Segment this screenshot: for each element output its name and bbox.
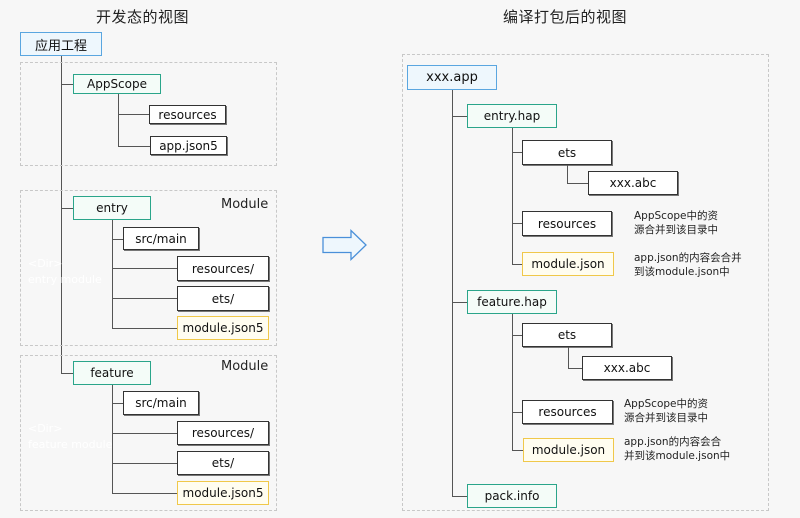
connector [512,450,523,451]
entry-hap-ets-node: ets [522,140,612,165]
module-json-merge-note: app.json的内容会合 并到该module.json中 [624,435,730,463]
connector [61,208,73,209]
note-line: 到该module.json中 [634,266,730,278]
module-label: Module [221,197,269,212]
connector [568,368,582,369]
connector [118,114,149,115]
feature-hap-module-json-node: module.json [523,438,614,462]
entry-module-node: entry [73,196,151,220]
connector [112,463,177,464]
resources-merge-note: AppScope中的资 源合并到该目录中 [624,397,708,425]
entry-src-main-node: src/main [123,227,199,250]
connector [112,268,177,269]
connector [112,220,113,328]
connector [452,302,467,303]
entry-hap-module-json-node: module.json [522,252,614,276]
entry-resources-node: resources/ [177,256,269,281]
connector [112,298,177,299]
feature-hap-abc-node: xxx.abc [582,356,672,380]
build-view-title: 编译打包后的视图 [503,8,628,26]
ghost-module: feature module [28,438,113,451]
connector [568,347,569,368]
dev-view-title: 开发态的视图 [96,8,190,26]
app-root-node: xxx.app [407,65,497,90]
entry-module-json5-node: module.json5 [177,316,269,340]
pack-info-node: pack.info [467,484,557,508]
note-line: app.json的内容会合并 [634,252,742,264]
entry-ets-node: ets/ [177,286,269,311]
connector [112,328,177,329]
feature-hap-resources-node: resources [522,400,613,424]
entry-hap-abc-node: xxx.abc [588,171,678,195]
connector [512,152,522,153]
feature-resources-node: resources/ [177,421,269,445]
ghost-label: <Dir> entry module [28,256,102,288]
connector [112,385,113,493]
note-line: app.json的内容会合 [624,436,722,448]
connector [567,165,568,183]
connector [512,128,513,264]
connector [512,264,522,265]
connector [112,239,123,240]
connector [512,412,522,413]
feature-module-json5-node: module.json5 [177,481,269,505]
note-line: 源合并到该目录中 [634,224,718,236]
feature-ets-node: ets/ [177,451,269,475]
note-line: 并到该module.json中 [624,450,731,462]
note-line: AppScope中的资 [634,210,718,222]
entry-hap-node: entry.hap [467,104,557,128]
module-json-merge-note: app.json的内容会合并 到该module.json中 [634,251,742,279]
connector [61,84,73,85]
appscope-node: AppScope [73,74,161,94]
connector [452,116,467,117]
project-root-node: 应用工程 [20,32,102,56]
feature-module-node: feature [73,361,151,385]
resources-merge-note: AppScope中的资 源合并到该目录中 [634,209,718,237]
appscope-resources-node: resources [149,105,226,124]
connector [112,433,177,434]
right-arrow-icon [322,229,367,261]
feature-hap-node: feature.hap [467,290,557,314]
ghost-label: <Dir> feature module [28,421,112,453]
feature-hap-ets-node: ets [522,323,612,347]
connector [118,94,119,146]
app-json5-node: app.json5 [150,136,227,155]
connector [118,146,150,147]
connector [112,403,123,404]
module-label: Module [221,359,269,374]
connector [61,373,73,374]
ghost-dir: <Dir> [28,422,63,435]
ghost-module: entry module [28,273,102,286]
connector [512,335,522,336]
note-line: 源合并到该目录中 [624,412,708,424]
connector [512,223,522,224]
connector [112,493,177,494]
ghost-dir: <Dir> [28,257,63,270]
note-line: AppScope中的资 [624,398,708,410]
root-connector [452,90,453,496]
connector [567,183,588,184]
feature-src-main-node: src/main [123,391,199,415]
connector [452,496,467,497]
entry-hap-resources-node: resources [522,211,612,236]
